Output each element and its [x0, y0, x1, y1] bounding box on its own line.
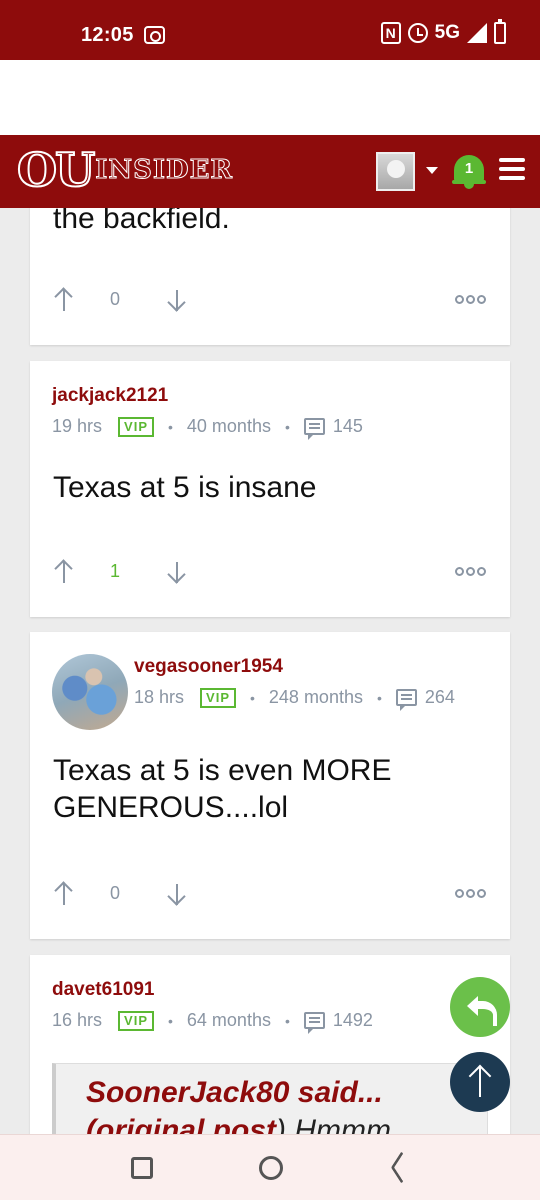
meta-separator: • [284, 1012, 290, 1029]
page-top-gap [0, 60, 540, 135]
member-tenure: 248 months [268, 687, 363, 707]
network-type: 5G [434, 22, 460, 43]
quote-box: SoonerJack80 said... (original post) Hmm… [52, 1063, 488, 1135]
battery-icon [494, 19, 506, 44]
system-nav-bar [0, 1134, 540, 1200]
post-username[interactable]: davet61091 [52, 979, 154, 1001]
status-time: 12:05 [81, 24, 134, 46]
reply-icon [467, 996, 497, 1026]
alarm-icon [407, 23, 428, 43]
notifications-bell-icon[interactable]: 1 [452, 151, 486, 189]
notification-count: 1 [464, 160, 474, 177]
post-body: Texas at 5 is even MORE GENEROUS....lol [53, 752, 391, 826]
vote-row: 0 [54, 288, 486, 314]
post-card: davet61091 16 hrs VIP • 64 months • 1492… [30, 955, 510, 1135]
more-dot [455, 567, 464, 576]
menu-bar [499, 158, 525, 162]
meta-separator: • [284, 418, 290, 435]
upvote-icon[interactable] [54, 560, 74, 584]
downvote-icon[interactable] [167, 288, 187, 312]
post-body-line: Texas at 5 is even MORE [53, 754, 392, 787]
comment-icon [395, 689, 417, 711]
post-age: 16 hrs [52, 1010, 103, 1030]
logo-ou: OU [16, 143, 96, 197]
meta-separator: • [168, 418, 173, 435]
recent-apps-icon[interactable] [131, 1157, 153, 1179]
more-dot [455, 889, 464, 898]
signal-icon [467, 23, 487, 43]
original-post-link[interactable]: (original post [86, 1114, 276, 1135]
arrow-up-icon [479, 1067, 481, 1097]
comment-count: 1492 [332, 1010, 373, 1030]
vote-row: 1 [54, 560, 486, 586]
vote-row: 0 [54, 882, 486, 908]
home-icon[interactable] [259, 1156, 283, 1180]
more-options-icon[interactable] [455, 295, 486, 304]
more-options-icon[interactable] [455, 567, 486, 576]
status-icons: N 5G [380, 19, 506, 44]
status-bar: 12:05 N 5G [0, 0, 540, 60]
quote-author: SoonerJack80 said... [86, 1076, 383, 1109]
more-dot [477, 567, 486, 576]
more-dot [466, 567, 475, 576]
more-dot [477, 889, 486, 898]
upvote-icon[interactable] [54, 288, 74, 312]
menu-bar [499, 176, 525, 180]
downvote-icon[interactable] [167, 560, 187, 584]
vote-count: 1 [110, 561, 121, 581]
post-age: 18 hrs [134, 687, 185, 707]
caret-down-icon[interactable] [426, 167, 438, 174]
meta-separator: • [168, 1012, 173, 1029]
post-card: the backfield. 0 [30, 190, 510, 345]
post-body-line: GENEROUS....lol [53, 791, 289, 824]
quote-text: ) Hmmm [276, 1114, 391, 1135]
more-options-icon[interactable] [455, 889, 486, 898]
vip-badge: VIP [118, 416, 154, 437]
scroll-to-top-button[interactable] [450, 1052, 510, 1112]
logo-insider: INSIDER [95, 155, 234, 186]
vote-count: 0 [110, 289, 121, 309]
post-age: 19 hrs [52, 416, 103, 436]
site-logo[interactable]: OU INSIDER [16, 143, 234, 197]
comment-icon [303, 1012, 325, 1034]
menu-icon[interactable] [499, 158, 525, 180]
nfc-icon: N [380, 22, 401, 44]
site-header: OU INSIDER 1 [0, 135, 540, 208]
user-avatar-photo[interactable] [52, 654, 128, 730]
more-dot [466, 295, 475, 304]
vote-count: 0 [110, 883, 121, 903]
member-tenure: 40 months [186, 416, 271, 436]
more-dot [466, 889, 475, 898]
screen-record-icon [144, 26, 165, 44]
menu-bar [499, 167, 525, 171]
post-body: Texas at 5 is insane [53, 471, 317, 504]
post-meta: 18 hrs VIP • 248 months • 264 [134, 687, 455, 711]
user-avatar[interactable] [376, 152, 415, 191]
more-dot [477, 295, 486, 304]
post-username[interactable]: vegasooner1954 [134, 656, 283, 678]
meta-separator: • [376, 689, 382, 706]
post-meta: 16 hrs VIP • 64 months • 1492 [52, 1010, 373, 1034]
more-dot [455, 295, 464, 304]
upvote-icon[interactable] [54, 882, 74, 906]
post-card: vegasooner1954 18 hrs VIP • 248 months •… [30, 632, 510, 939]
comment-count: 264 [424, 687, 455, 707]
bell-clapper [464, 184, 474, 189]
quote-line: (original post) Hmmm [86, 1114, 391, 1135]
reply-button[interactable] [450, 977, 510, 1037]
post-card: jackjack2121 19 hrs VIP • 40 months • 14… [30, 361, 510, 617]
post-username[interactable]: jackjack2121 [52, 385, 168, 407]
member-tenure: 64 months [186, 1010, 271, 1030]
comment-icon [303, 418, 325, 440]
post-meta: 19 hrs VIP • 40 months • 145 [52, 416, 363, 440]
vip-badge: VIP [200, 687, 236, 708]
vip-badge: VIP [118, 1010, 154, 1031]
comment-count: 145 [332, 416, 363, 436]
downvote-icon[interactable] [167, 882, 187, 906]
back-icon[interactable] [390, 1155, 412, 1181]
meta-separator: • [250, 689, 255, 706]
